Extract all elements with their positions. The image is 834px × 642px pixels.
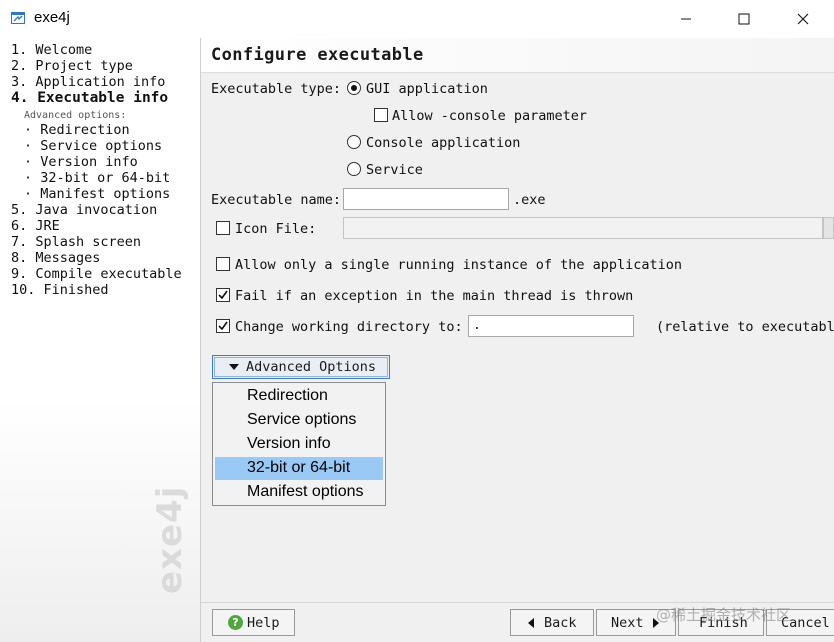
allow-console-checkbox[interactable] xyxy=(374,108,388,122)
allow-console-label[interactable]: Allow -console parameter xyxy=(392,108,587,124)
step-splash-screen[interactable]: 7. Splash screen xyxy=(11,234,141,250)
console-application-label[interactable]: Console application xyxy=(366,135,520,151)
footer-divider xyxy=(201,602,834,603)
advanced-options-menu: Redirection Service options Version info… xyxy=(212,382,386,506)
service-radio[interactable] xyxy=(347,162,361,176)
advanced-options-button[interactable]: Advanced Options xyxy=(212,355,390,379)
checkmark-icon xyxy=(218,321,228,331)
menu-item-version-info[interactable]: Version info xyxy=(215,433,383,456)
menu-item-32-or-64-bit[interactable]: 32-bit or 64-bit xyxy=(215,457,383,480)
page-title: Configure executable xyxy=(211,45,424,65)
executable-name-label: Executable name: xyxy=(211,192,342,208)
substep-version-info[interactable]: · Version info xyxy=(24,154,138,170)
relative-to-executable-note: (relative to executable xyxy=(656,319,834,335)
executable-name-field[interactable] xyxy=(343,188,509,210)
working-directory-field[interactable]: . xyxy=(468,315,634,337)
step-welcome[interactable]: 1. Welcome xyxy=(11,42,92,58)
minimize-button[interactable] xyxy=(657,0,715,38)
checkmark-icon xyxy=(218,290,228,300)
menu-item-label: 32-bit or 64-bit xyxy=(247,459,351,476)
change-directory-label[interactable]: Change working directory to: xyxy=(235,319,463,335)
close-icon xyxy=(797,13,809,25)
single-instance-checkbox[interactable] xyxy=(216,257,230,271)
gui-application-radio[interactable] xyxy=(347,81,361,95)
site-watermark: @稀土掘金技术社区 xyxy=(656,606,792,624)
menu-item-label: Manifest options xyxy=(247,483,364,500)
step-java-invocation[interactable]: 5. Java invocation xyxy=(11,202,157,218)
change-directory-checkbox[interactable] xyxy=(216,319,230,333)
icon-file-field[interactable] xyxy=(343,217,823,239)
console-application-radio[interactable] xyxy=(347,135,361,149)
menu-item-label: Service options xyxy=(247,411,357,428)
exe4j-app-icon xyxy=(11,12,25,24)
help-button-label: Help xyxy=(247,615,280,631)
step-executable-info-current[interactable]: 4. Executable info xyxy=(11,90,168,106)
single-instance-label[interactable]: Allow only a single running instance of … xyxy=(235,257,682,273)
advanced-options-caption: Advanced options: xyxy=(24,110,127,121)
fail-exception-label[interactable]: Fail if an exception in the main thread … xyxy=(235,288,633,304)
menu-item-manifest-options[interactable]: Manifest options xyxy=(215,481,383,504)
step-project-type[interactable]: 2. Project type xyxy=(11,58,133,74)
menu-item-label: Redirection xyxy=(247,387,328,404)
minimize-icon xyxy=(681,18,691,20)
executable-type-label: Executable type: xyxy=(211,81,342,97)
triangle-down-icon xyxy=(229,364,239,370)
menu-item-label: Version info xyxy=(247,435,331,452)
substep-32-or-64-bit[interactable]: · 32-bit or 64-bit xyxy=(24,170,170,186)
step-messages[interactable]: 8. Messages xyxy=(11,250,100,266)
window-title: exe4j xyxy=(34,9,70,26)
back-button-label: Back xyxy=(544,615,577,631)
substep-manifest-options[interactable]: · Manifest options xyxy=(24,186,170,202)
menu-item-service-options[interactable]: Service options xyxy=(215,409,383,432)
step-application-info[interactable]: 3. Application info xyxy=(11,74,165,90)
substep-redirection[interactable]: · Redirection xyxy=(24,122,130,138)
exe-suffix-label: .exe xyxy=(513,192,546,208)
icon-file-browse-button[interactable] xyxy=(823,217,834,239)
fail-exception-checkbox[interactable] xyxy=(216,288,230,302)
title-bar: exe4j xyxy=(0,0,834,39)
maximize-button[interactable] xyxy=(715,0,773,38)
help-icon: ? xyxy=(228,615,243,630)
menu-item-redirection[interactable]: Redirection xyxy=(215,385,383,408)
gui-application-label[interactable]: GUI application xyxy=(366,81,488,97)
service-label[interactable]: Service xyxy=(366,162,423,178)
maximize-icon xyxy=(738,13,750,25)
substep-service-options[interactable]: · Service options xyxy=(24,138,162,154)
next-button-label: Next xyxy=(611,615,644,631)
wizard-steps-sidebar: 1. Welcome 2. Project type 3. Applicatio… xyxy=(0,38,201,642)
close-button[interactable] xyxy=(774,0,832,38)
arrow-left-icon xyxy=(528,618,534,628)
exe4j-watermark: exe4j xyxy=(150,485,190,594)
advanced-options-label: Advanced Options xyxy=(246,359,377,375)
page-heading-strip: Configure executable xyxy=(201,38,834,73)
main-panel: Configure executable Executable type: GU… xyxy=(201,38,834,642)
step-finished[interactable]: 10. Finished xyxy=(11,282,109,298)
icon-file-label[interactable]: Icon File: xyxy=(235,221,316,237)
back-button[interactable]: Back xyxy=(510,609,594,636)
help-button[interactable]: ? Help xyxy=(212,609,295,636)
step-compile-executable[interactable]: 9. Compile executable xyxy=(11,266,182,282)
step-jre[interactable]: 6. JRE xyxy=(11,218,60,234)
icon-file-checkbox[interactable] xyxy=(216,221,230,235)
